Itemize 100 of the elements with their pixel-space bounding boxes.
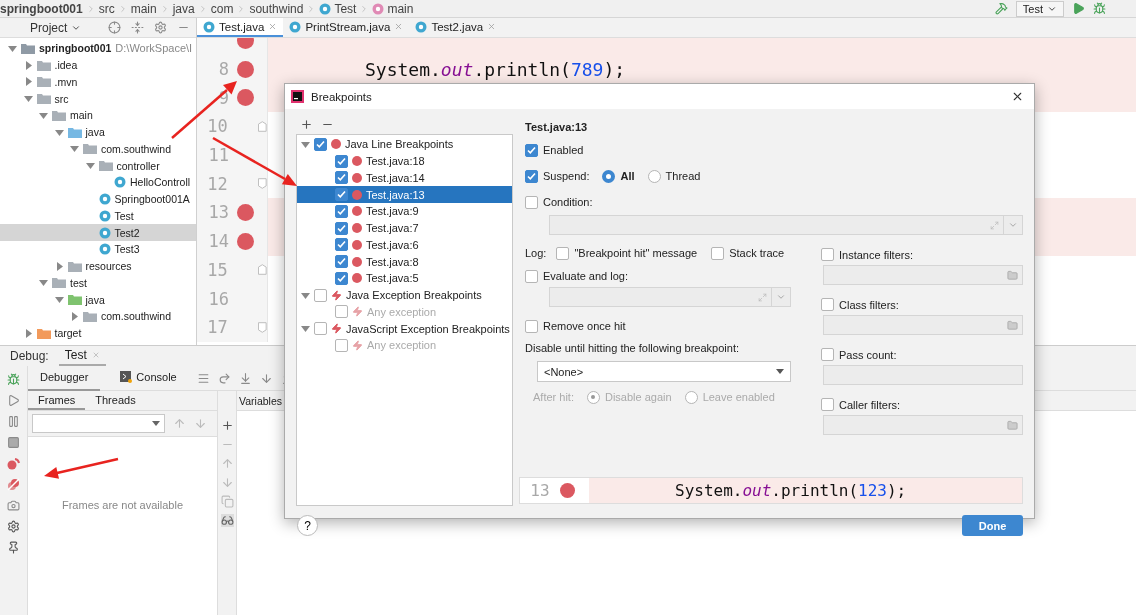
breakpoint-item[interactable]: Test.java:5 xyxy=(297,270,512,287)
radio-button[interactable] xyxy=(602,169,616,183)
checkbox[interactable] xyxy=(525,319,538,333)
checkbox[interactable] xyxy=(821,248,834,261)
frames-tab[interactable]: Threads xyxy=(85,391,146,410)
radio-button[interactable] xyxy=(647,169,661,183)
folder-icon[interactable] xyxy=(1007,319,1018,331)
expanded-arrow-icon[interactable] xyxy=(301,139,310,149)
condition-field[interactable] xyxy=(549,215,1023,235)
folder-icon[interactable] xyxy=(1007,269,1018,281)
checkbox[interactable] xyxy=(335,154,348,168)
mute-breakpoints-icon[interactable] xyxy=(7,478,20,491)
pause-icon[interactable] xyxy=(7,415,20,428)
checkbox[interactable] xyxy=(335,188,348,202)
breakpoint-group[interactable]: Java Line Breakpoints xyxy=(297,136,512,153)
checkbox[interactable] xyxy=(314,137,327,151)
pin-icon[interactable] xyxy=(7,541,20,554)
step-into-icon[interactable] xyxy=(238,371,252,385)
breakpoint-item[interactable]: Test.java:7 xyxy=(297,219,512,237)
settings-icon[interactable] xyxy=(7,520,20,533)
expanded-arrow-icon[interactable] xyxy=(39,110,48,120)
collapsed-arrow-icon[interactable] xyxy=(23,60,33,70)
panel-title[interactable]: Project xyxy=(30,20,82,35)
tree-item[interactable]: src xyxy=(0,90,196,107)
bug-icon[interactable] xyxy=(1093,2,1106,15)
tree-item[interactable]: java xyxy=(0,123,196,141)
thread-dropdown[interactable] xyxy=(32,414,165,433)
editor-tab[interactable]: Test.java xyxy=(197,18,284,37)
tree-item[interactable]: .idea xyxy=(0,56,196,74)
editor-tab[interactable]: Test2.java xyxy=(409,18,503,37)
up-arrow-icon[interactable] xyxy=(173,417,186,430)
tree-item[interactable]: target xyxy=(0,324,196,342)
session-tab[interactable]: Test xyxy=(58,346,106,366)
checkbox[interactable] xyxy=(314,322,327,336)
breakpoint-dropdown[interactable]: <None> xyxy=(537,361,791,382)
add-icon[interactable] xyxy=(300,118,313,131)
fold-marker-icon[interactable] xyxy=(258,120,267,132)
settings-icon[interactable] xyxy=(154,21,167,34)
checkbox[interactable] xyxy=(525,169,538,183)
checkbox[interactable] xyxy=(711,246,725,260)
breadcrumb[interactable]: main xyxy=(130,1,157,16)
checkbox[interactable] xyxy=(556,246,570,260)
fold-marker-icon[interactable] xyxy=(258,178,267,190)
filter-field[interactable] xyxy=(823,315,1023,335)
tree-item[interactable]: controller xyxy=(0,157,196,174)
breakpoint-item[interactable]: Test.java:6 xyxy=(297,236,512,254)
expanded-arrow-icon[interactable] xyxy=(23,94,33,104)
breakpoint-icon[interactable] xyxy=(236,203,254,221)
collapse-icon[interactable] xyxy=(131,21,144,34)
checkbox[interactable] xyxy=(335,204,348,218)
checkbox[interactable] xyxy=(525,195,538,209)
down-arrow-icon[interactable] xyxy=(194,417,207,430)
collapsed-arrow-icon[interactable] xyxy=(23,77,33,87)
checkbox[interactable] xyxy=(821,398,834,411)
copy-icon[interactable] xyxy=(220,495,234,508)
add-icon[interactable] xyxy=(220,419,234,432)
breakpoint-group[interactable]: Java Exception Breakpoints xyxy=(297,286,512,304)
tree-item[interactable]: resources xyxy=(0,257,196,275)
collapsed-arrow-icon[interactable] xyxy=(70,311,79,321)
glasses-icon[interactable] xyxy=(220,514,234,527)
expanded-arrow-icon[interactable] xyxy=(54,295,64,305)
collapsed-arrow-icon[interactable] xyxy=(54,261,64,271)
filter-field[interactable] xyxy=(823,265,1023,285)
checkbox[interactable] xyxy=(525,269,538,283)
breakpoint-icon[interactable] xyxy=(236,89,254,107)
breadcrumb[interactable]: java xyxy=(172,1,195,16)
menu-icon[interactable] xyxy=(196,371,210,385)
resume-icon[interactable] xyxy=(7,394,20,407)
tree-item[interactable]: java xyxy=(0,291,196,308)
breakpoint-icon[interactable] xyxy=(236,232,254,250)
step-over-icon[interactable] xyxy=(217,371,231,385)
checkbox[interactable] xyxy=(314,288,327,302)
breadcrumb[interactable]: main xyxy=(387,1,414,16)
tree-item[interactable]: Test2 xyxy=(0,224,196,241)
checkbox[interactable] xyxy=(335,271,348,285)
caret-icon[interactable] xyxy=(776,292,786,302)
breakpoint-item[interactable]: Test.java:9 xyxy=(297,203,512,220)
expanded-arrow-icon[interactable] xyxy=(301,324,310,334)
fold-marker-icon[interactable] xyxy=(258,264,267,276)
breakpoint-item[interactable]: Test.java:18 xyxy=(297,152,512,170)
tree-item[interactable]: HelloControll xyxy=(0,174,196,191)
fold-marker-icon[interactable] xyxy=(258,321,267,333)
breadcrumb[interactable]: southwind xyxy=(249,1,304,16)
caret-icon[interactable] xyxy=(1008,220,1018,230)
checkbox[interactable] xyxy=(821,348,834,361)
breakpoint-item[interactable]: Test.java:8 xyxy=(297,253,512,270)
stop-icon[interactable] xyxy=(7,436,20,449)
checkbox[interactable] xyxy=(335,221,348,235)
close-icon[interactable] xyxy=(1011,90,1024,103)
breakpoint-group[interactable]: JavaScript Exception Breakpoints xyxy=(297,320,512,337)
bug-icon[interactable] xyxy=(7,373,20,386)
tree-item[interactable]: com.southwind xyxy=(0,140,196,158)
checkbox[interactable] xyxy=(525,143,538,157)
expanded-arrow-icon[interactable] xyxy=(70,144,79,154)
breakpoint-icon[interactable] xyxy=(236,60,254,78)
force-step-into-icon[interactable] xyxy=(259,371,273,385)
camera-icon[interactable] xyxy=(7,499,20,512)
debug-tab[interactable]: Console xyxy=(108,365,189,391)
tree-item[interactable]: Springboot001A xyxy=(0,190,196,208)
filter-field[interactable] xyxy=(823,415,1023,435)
